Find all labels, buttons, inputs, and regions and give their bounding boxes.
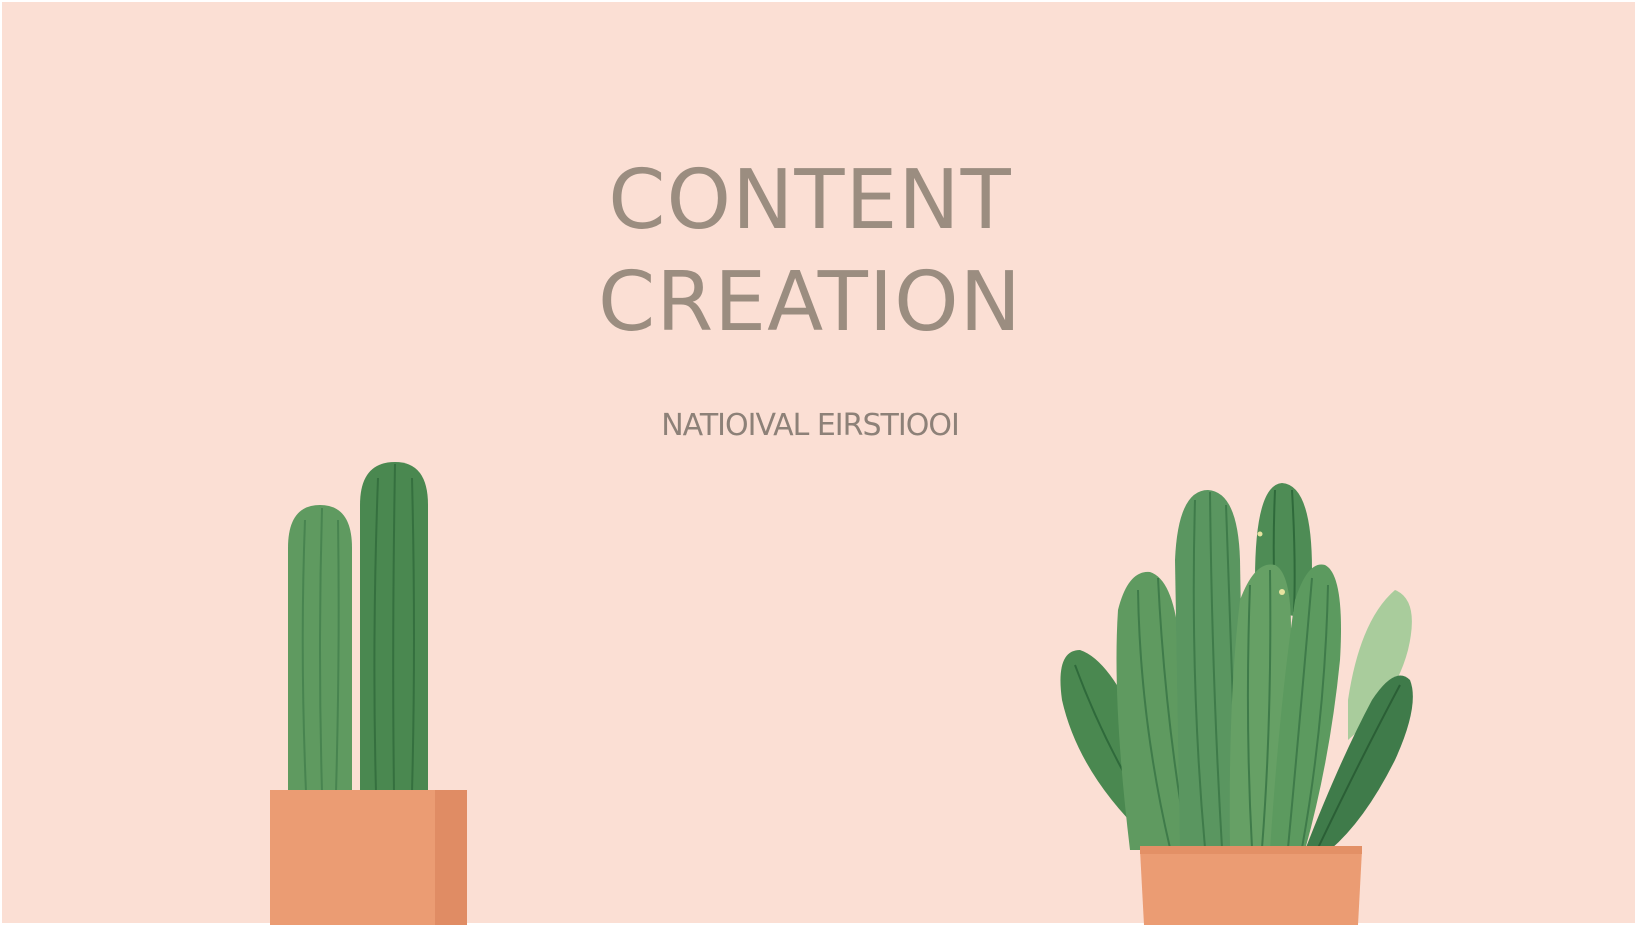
slide-canvas: CONTENT CREATION NATIOIVAL EIRSTIOOI (0, 0, 1637, 925)
illustration-layer (270, 462, 1413, 925)
tall-cactus-icon (270, 462, 467, 925)
succulent-icon (1060, 483, 1413, 925)
